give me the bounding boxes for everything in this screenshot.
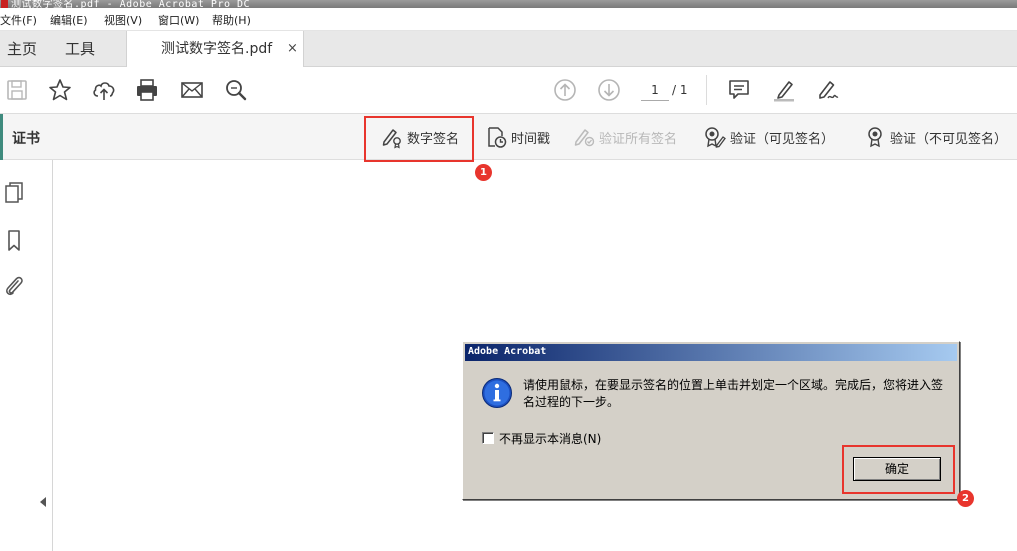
validate-invisible-signature-button[interactable]: 验证（不可见签名） — [863, 114, 1007, 160]
validate-visible-signature-label: 验证（可见签名） — [730, 131, 835, 147]
tab-document-label: 测试数字签名.pdf — [161, 41, 273, 57]
tab-document[interactable]: 测试数字签名.pdf × — [126, 31, 304, 68]
acrobat-app-icon — [1, 0, 8, 8]
certificates-accent-bar — [0, 114, 3, 160]
highlight-box-digital-signature — [364, 116, 474, 162]
window-title: 测试数字签名.pdf - Adobe Acrobat Pro DC — [11, 0, 251, 8]
timestamp-button[interactable]: 时间戳 — [484, 114, 550, 160]
validate-all-signatures-icon — [574, 129, 595, 147]
sign-icon[interactable] — [815, 77, 841, 103]
bookmarks-icon[interactable] — [3, 229, 25, 253]
validate-all-signatures-label: 验证所有签名 — [599, 131, 678, 147]
timestamp-label: 时间戳 — [511, 131, 551, 147]
certificates-toolbar: 证书 数字签名 时间戳 验证所有签名 验证（可见签名） 验证（不可见签名） — [0, 114, 1017, 160]
step-marker-1: 1 — [475, 164, 492, 181]
menu-bar: 文件(F) 编辑(E) 视图(V) 窗口(W) 帮助(H) — [0, 8, 1017, 31]
dont-show-again-label[interactable]: 不再显示本消息(N) — [499, 430, 601, 447]
tab-bar: 主页 工具 测试数字签名.pdf × — [0, 31, 1017, 68]
highlight-pen-icon[interactable] — [771, 77, 797, 103]
validate-all-signatures-button[interactable]: 验证所有签名 — [572, 114, 677, 160]
page-number-input[interactable]: 1 — [641, 79, 669, 101]
left-navigation-panel — [0, 160, 53, 551]
dialog-message: 请使用鼠标，在要显示签名的位置上单击并划定一个区域。完成后，您将进入签名过程的下… — [523, 378, 944, 409]
highlight-box-ok-button — [842, 445, 955, 494]
dialog-title: Adobe Acrobat — [468, 346, 547, 357]
info-icon — [481, 377, 513, 409]
dialog-title-bar[interactable]: Adobe Acrobat — [465, 344, 957, 361]
menu-help[interactable]: 帮助(H) — [212, 12, 251, 28]
page-down-icon[interactable] — [596, 77, 622, 103]
comment-icon[interactable] — [726, 77, 752, 103]
menu-view[interactable]: 视图(V) — [104, 12, 142, 28]
toolbar-separator — [706, 75, 707, 105]
menu-edit[interactable]: 编辑(E) — [50, 12, 88, 28]
star-icon[interactable] — [47, 77, 73, 103]
page-total: / 1 — [672, 83, 688, 97]
page-thumbnails-icon[interactable] — [3, 181, 25, 205]
validate-visible-signature-icon — [705, 127, 726, 148]
menu-window[interactable]: 窗口(W) — [158, 12, 199, 28]
tab-tools[interactable]: 工具 — [65, 31, 95, 67]
step-marker-2: 2 — [957, 490, 974, 507]
collapse-panel-arrow-icon[interactable] — [40, 497, 46, 507]
timestamp-icon — [488, 127, 507, 148]
validate-visible-signature-button[interactable]: 验证（可见签名） — [703, 114, 834, 160]
close-tab-icon[interactable]: × — [287, 31, 298, 67]
email-icon[interactable] — [179, 77, 205, 103]
validate-invisible-signature-label: 验证（不可见签名） — [890, 131, 1008, 147]
attachments-icon[interactable] — [3, 274, 25, 298]
dont-show-again-checkbox[interactable] — [482, 432, 494, 444]
window-title-bar: 测试数字签名.pdf - Adobe Acrobat Pro DC — [0, 0, 1017, 8]
validate-invisible-signature-icon — [868, 127, 882, 148]
tab-home[interactable]: 主页 — [7, 31, 37, 67]
menu-file[interactable]: 文件(F) — [0, 12, 37, 28]
page-up-icon[interactable] — [552, 77, 578, 103]
main-toolbar: 1 / 1 — [0, 67, 1017, 114]
certificates-title: 证书 — [12, 131, 40, 147]
save-icon[interactable] — [4, 77, 30, 103]
zoom-search-icon[interactable] — [223, 77, 249, 103]
print-icon[interactable] — [134, 77, 160, 103]
upload-icon[interactable] — [91, 77, 117, 103]
